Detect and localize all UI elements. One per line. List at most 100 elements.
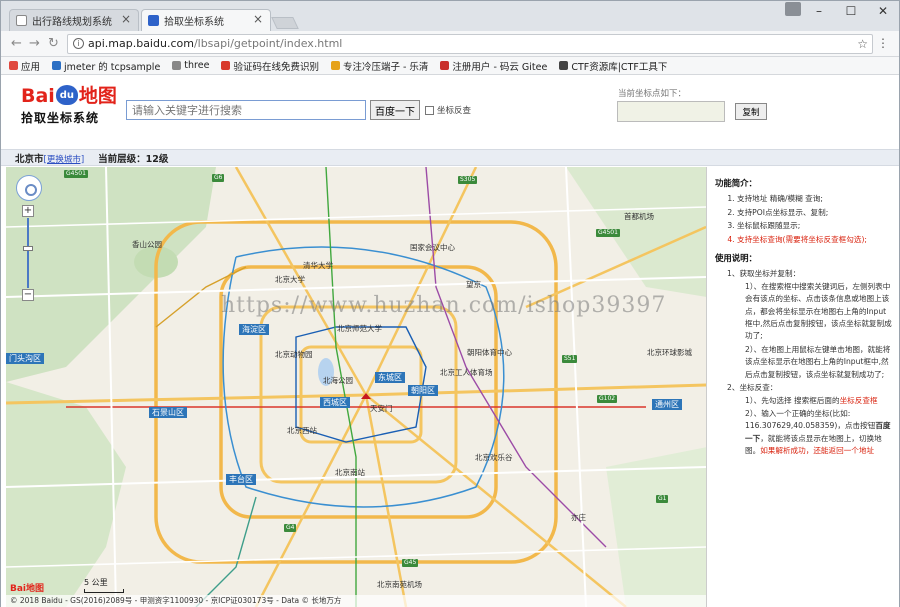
- usage-2-para-1: 1）、先勾选择 搜索框后面的坐标反查框: [745, 395, 878, 405]
- bookmark-item[interactable]: 应用: [9, 59, 40, 73]
- district-label[interactable]: 东城区: [375, 372, 405, 383]
- close-window-button[interactable]: ✕: [867, 1, 899, 21]
- profile-icon[interactable]: [785, 2, 801, 16]
- bookmark-favicon-icon: [221, 61, 231, 70]
- bookmark-favicon-icon: [559, 61, 569, 70]
- search-input[interactable]: [126, 100, 366, 120]
- bookmark-favicon-icon: [172, 61, 182, 70]
- poi-label[interactable]: 清华大学: [303, 260, 333, 271]
- site-subtitle: 拾取坐标系统: [21, 111, 100, 125]
- info-icon[interactable]: i: [73, 38, 84, 49]
- reload-icon[interactable]: ↻: [48, 36, 59, 51]
- poi-label[interactable]: 望京: [466, 279, 481, 290]
- district-label[interactable]: 门头沟区: [6, 353, 44, 364]
- browser-window: 出行路线规划系统 × 拾取坐标系统 × – ☐ ✕ ← → ↻ i api.ma…: [0, 0, 900, 607]
- city-status-bar: 北京市[更换城市] 当前层级：12级: [1, 149, 899, 166]
- poi-label[interactable]: 国家会议中心: [410, 242, 455, 253]
- tab-title: 出行路线规划系统: [32, 17, 112, 28]
- checkbox-label: 坐标反查: [437, 106, 472, 116]
- intro-item: 坐标鼠标跟随显示;: [737, 220, 893, 232]
- usage-2-heading: 2、坐标反查：: [727, 383, 778, 393]
- road-shield-icon: G102: [597, 395, 618, 403]
- district-label[interactable]: 丰台区: [226, 474, 256, 485]
- baidu-favicon-icon: [148, 15, 159, 26]
- url-path: /lbsapi/getpoint/index.html: [193, 37, 343, 50]
- close-icon[interactable]: ×: [121, 12, 131, 26]
- url-host: api.map.baidu.com: [88, 37, 194, 50]
- address-bar[interactable]: i api.map.baidu.com/lbsapi/getpoint/inde…: [67, 34, 873, 54]
- zoom-slider-handle[interactable]: [23, 246, 33, 251]
- coord-output-input[interactable]: [617, 101, 725, 122]
- coord-label: 当前坐标点如下：: [618, 89, 687, 99]
- help-panel: 功能简介： 支持地址 精确/模糊 查询; 支持POI点坐标显示、复制;坐标鼠标跟随…: [709, 167, 899, 607]
- intro-title: 功能简介：: [715, 178, 757, 188]
- poi-label[interactable]: 北京大学: [275, 274, 305, 285]
- district-label[interactable]: 朝阳区: [408, 385, 438, 396]
- baidu-paw-icon: du: [55, 85, 78, 105]
- tab-route-planning[interactable]: 出行路线规划系统 ×: [9, 9, 139, 31]
- district-label[interactable]: 海淀区: [239, 324, 269, 335]
- zoom-level: 当前层级：12级: [98, 153, 169, 165]
- district-label[interactable]: 西城区: [320, 397, 350, 408]
- baidu-map-logo[interactable]: Bai du 地图 拾取坐标系统: [21, 85, 117, 126]
- usage-1-heading: 1、获取坐标并复制：: [727, 269, 801, 279]
- zoom-control: + −: [22, 205, 34, 301]
- bookmark-item[interactable]: three: [172, 60, 209, 71]
- poi-label[interactable]: 北京南站: [335, 467, 365, 478]
- road-shield-icon: G4501: [64, 170, 88, 178]
- checkbox-box[interactable]: [425, 105, 434, 115]
- search-button[interactable]: 百度一下: [370, 100, 420, 120]
- bookmark-favicon-icon: [9, 61, 18, 70]
- poi-label[interactable]: 北京环球影城: [647, 347, 692, 358]
- poi-label[interactable]: 北京欢乐谷: [475, 452, 513, 463]
- maximize-button[interactable]: ☐: [835, 1, 867, 21]
- poi-label[interactable]: 北京西站: [287, 425, 317, 436]
- bookmark-item[interactable]: 专注冷压端子 - 乐清: [330, 59, 428, 73]
- zoom-in-button[interactable]: +: [22, 205, 34, 217]
- forward-arrow-icon[interactable]: →: [29, 36, 40, 51]
- poi-label[interactable]: 北京工人体育场: [440, 367, 493, 378]
- copy-button[interactable]: 复制: [735, 103, 767, 120]
- bookmark-item[interactable]: CTF资源库|CTF工具下: [559, 59, 667, 73]
- poi-label[interactable]: 天安门: [370, 403, 393, 414]
- bookmark-item[interactable]: jmeter 的 tcpsample: [52, 59, 160, 73]
- poi-label[interactable]: 北京动物园: [275, 349, 313, 360]
- district-label[interactable]: 石景山区: [149, 407, 187, 418]
- map-scale: 5 公里: [84, 577, 124, 593]
- back-arrow-icon[interactable]: ←: [11, 36, 22, 51]
- poi-label[interactable]: 北京师范大学: [337, 323, 382, 334]
- zoom-slider[interactable]: [23, 218, 33, 288]
- poi-label[interactable]: 朝阳体育中心: [467, 347, 512, 358]
- close-icon[interactable]: ×: [253, 12, 263, 26]
- new-tab-button[interactable]: [271, 17, 299, 29]
- poi-label[interactable]: 首都机场: [624, 211, 654, 222]
- usage-2-para-2: 2）、输入一个正确的坐标(比如: 116.307629,40.058359)，点…: [745, 408, 891, 456]
- reverse-geocode-checkbox[interactable]: 坐标反查: [425, 104, 471, 116]
- poi-label[interactable]: 亦庄: [571, 512, 586, 523]
- poi-label[interactable]: 北京南苑机场: [377, 579, 422, 590]
- page-content: Baidu地图 拾取坐标系统 百度一下 坐标反查 当前坐标点如下： 复制 北京市…: [1, 77, 899, 607]
- tab-getpoint[interactable]: 拾取坐标系统 ×: [141, 9, 271, 31]
- bookmark-item[interactable]: 注册用户 - 码云 Gitee: [440, 59, 547, 73]
- map-canvas[interactable]: 海淀区东城区 朝阳区西城区石景山区丰台区 通州区 门头沟区 香山公园清华大学北京大学北京…: [6, 167, 707, 607]
- logo-bai: Bai: [21, 85, 55, 107]
- district-label[interactable]: 通州区: [652, 399, 682, 410]
- tab-strip: 出行路线规划系统 × 拾取坐标系统 × – ☐ ✕: [1, 1, 899, 31]
- road-shield-icon: G4501: [596, 229, 620, 237]
- bookmark-favicon-icon: [52, 61, 62, 70]
- menu-dots-icon[interactable]: ⋮: [877, 36, 889, 50]
- poi-label[interactable]: 北海公园: [323, 375, 353, 386]
- road-shield-icon: G6: [212, 174, 225, 182]
- usage-1-para-2: 2）、在地图上用鼠标左键单击地图，就能将该点坐标显示在地图右上角的Input框中…: [745, 344, 891, 379]
- zoom-out-button[interactable]: −: [22, 289, 34, 301]
- pan-control[interactable]: [16, 175, 42, 201]
- road-shield-icon: S51: [562, 355, 578, 363]
- bookmark-star-icon[interactable]: ☆: [857, 35, 868, 53]
- poi-label[interactable]: 香山公园: [132, 239, 162, 250]
- bookmark-item[interactable]: 验证码在线免费识别: [221, 59, 319, 73]
- road-shield-icon: S305: [458, 176, 478, 184]
- change-city-link[interactable]: [更换城市]: [44, 155, 85, 165]
- window-controls: – ☐ ✕: [803, 1, 899, 21]
- minimize-button[interactable]: –: [803, 1, 835, 21]
- road-shield-icon: G45: [402, 559, 419, 567]
